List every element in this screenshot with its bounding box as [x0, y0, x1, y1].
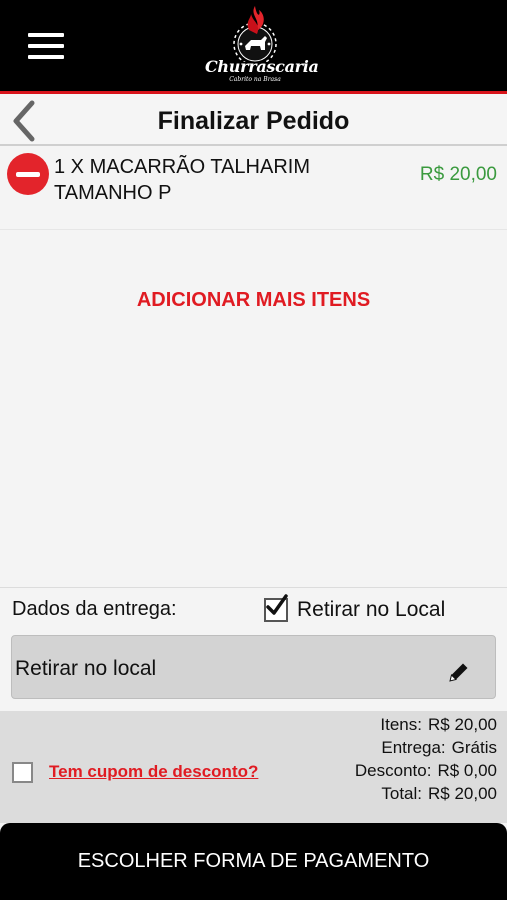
coupon-link[interactable]: Tem cupom de desconto?	[49, 762, 258, 782]
add-more-items-button[interactable]: ADICIONAR MAIS ITENS	[0, 289, 507, 312]
order-item-row: 1 X MACARRÃO TALHARIM TAMANHO P R$ 20,00	[0, 148, 507, 230]
totals-items-row: Itens: R$ 20,00	[355, 713, 497, 736]
delivery-address-field[interactable]: Retirar no local	[11, 635, 496, 699]
page-header: Finalizar Pedido	[0, 94, 507, 146]
totals-items-value: R$ 20,00	[428, 715, 497, 734]
page-title: Finalizar Pedido	[157, 107, 350, 135]
choose-payment-label: ESCOLHER FORMA DE PAGAMENTO	[77, 850, 430, 872]
totals-delivery-row: Entrega: Grátis	[355, 736, 497, 759]
totals-block: Itens: R$ 20,00 Entrega: Grátis Desconto: R…	[355, 713, 497, 805]
top-bar: Churrascaria Cabrito na Brasa	[0, 0, 507, 91]
divider	[0, 587, 507, 588]
totals-delivery-label: Entrega:	[381, 738, 446, 757]
remove-icon[interactable]	[7, 153, 49, 195]
brand-logo: Churrascaria Cabrito na Brasa	[205, 2, 319, 88]
totals-discount-value: R$ 0,00	[437, 761, 497, 780]
checkbox-checked-icon	[266, 594, 288, 615]
delivery-data-label: Dados da entrega:	[12, 598, 177, 620]
totals-total-label: Total:	[381, 784, 422, 803]
totals-discount-label: Desconto:	[354, 761, 432, 780]
menu-icon[interactable]	[28, 33, 64, 59]
totals-discount-row: Desconto: R$ 0,00	[355, 759, 497, 782]
pencil-icon[interactable]	[447, 660, 471, 684]
totals-items-label: Itens:	[380, 715, 422, 734]
logo-title: Churrascaria	[205, 57, 319, 76]
flame-logo-icon	[233, 6, 277, 62]
totals-total-value: R$ 20,00	[428, 784, 497, 803]
logo-subtitle: Cabrito na Brasa	[229, 76, 281, 83]
totals-total-row: Total: R$ 20,00	[355, 782, 497, 805]
totals-delivery-value: Grátis	[451, 738, 497, 757]
pickup-label: Retirar no Local	[297, 598, 446, 621]
delivery-address-value: Retirar no local	[15, 657, 157, 680]
checkbox-empty-icon[interactable]	[12, 762, 33, 783]
pickup-checkbox[interactable]	[264, 594, 288, 622]
order-summary: Tem cupom de desconto? Itens: R$ 20,00 En…	[0, 711, 507, 823]
order-item-name: 1 X MACARRÃO TALHARIM TAMANHO P	[54, 156, 310, 204]
order-item-price: R$ 20,00	[419, 164, 497, 185]
choose-payment-button[interactable]: ESCOLHER FORMA DE PAGAMENTO	[0, 823, 507, 900]
